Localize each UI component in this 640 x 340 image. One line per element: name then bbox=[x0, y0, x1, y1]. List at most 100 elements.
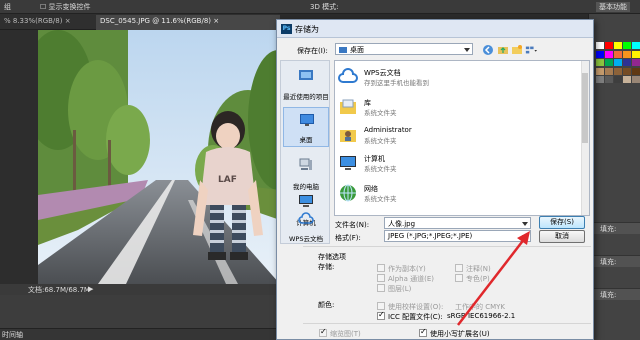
svg-text:LAF: LAF bbox=[218, 175, 237, 185]
options-title: 存储选项 bbox=[318, 253, 346, 261]
dialog-titlebar[interactable]: Ps 存储为 bbox=[277, 20, 593, 38]
cloud-icon bbox=[338, 68, 358, 83]
color-swatch[interactable] bbox=[605, 42, 613, 49]
file-item-administrator[interactable]: Administrator 系统文件夹 bbox=[338, 123, 538, 149]
timeline-label: 时间轴 bbox=[2, 331, 23, 339]
layers-checkbox[interactable] bbox=[377, 284, 385, 292]
doc-tab-1[interactable]: % 8.33%(RGB/8) × bbox=[0, 15, 94, 30]
color-swatch[interactable] bbox=[605, 67, 613, 75]
alpha-channel-checkbox[interactable] bbox=[377, 274, 385, 282]
filename-value: 人像.jpg bbox=[388, 220, 416, 228]
color-swatch[interactable] bbox=[605, 76, 613, 84]
network-globe-icon bbox=[340, 184, 356, 202]
lowercase-ext-label: 使用小写扩展名(U) bbox=[430, 330, 490, 338]
color-swatch[interactable] bbox=[623, 76, 631, 84]
file-list[interactable]: WPS云文档 存到这里手机也能看到 库 系统文件夹 Administrator … bbox=[334, 60, 590, 216]
cancel-button[interactable]: 取消 bbox=[539, 230, 585, 243]
image-canvas[interactable]: LAF bbox=[38, 30, 280, 284]
wps-cloud-icon bbox=[298, 212, 314, 224]
file-desc: 系统文件夹 bbox=[364, 109, 397, 117]
scroll-thumb[interactable] bbox=[582, 73, 588, 143]
workspace-switcher[interactable]: 基本功能 bbox=[596, 2, 630, 12]
color-swatch[interactable] bbox=[596, 76, 604, 84]
view-menu-icon[interactable] bbox=[525, 44, 537, 56]
notes-checkbox[interactable] bbox=[455, 264, 463, 272]
save-in-dropdown[interactable]: 桌面 bbox=[335, 43, 473, 55]
icc-profile-label: ICC 配置文件(C): bbox=[388, 313, 443, 321]
fill-label-3: 填充: bbox=[600, 291, 617, 299]
back-icon[interactable] bbox=[482, 44, 494, 56]
color-swatch[interactable] bbox=[623, 67, 631, 75]
fill-row-1[interactable]: 填充: bbox=[590, 222, 640, 234]
fill-label-2: 填充: bbox=[600, 258, 617, 266]
filename-label: 文件名(N): bbox=[335, 221, 370, 229]
place-desktop-label: 桌面 bbox=[299, 136, 313, 144]
color-swatch[interactable] bbox=[605, 59, 613, 67]
color-swatch[interactable] bbox=[623, 42, 631, 49]
color-swatch[interactable] bbox=[614, 67, 622, 75]
storage-label: 存储: bbox=[318, 263, 335, 271]
file-list-scrollbar[interactable] bbox=[581, 61, 589, 215]
color-swatch[interactable] bbox=[596, 59, 604, 67]
color-swatch[interactable] bbox=[614, 76, 622, 84]
save-button[interactable]: 保存(S) bbox=[539, 216, 585, 229]
tool-mode-select[interactable]: 组 bbox=[4, 2, 11, 12]
status-menu-arrow-icon[interactable]: ▶ bbox=[88, 285, 93, 293]
color-swatch[interactable] bbox=[632, 50, 640, 58]
file-item-wps-cloud[interactable]: WPS云文档 存到这里手机也能看到 bbox=[338, 65, 538, 91]
save-in-value: 桌面 bbox=[350, 46, 364, 54]
filename-input[interactable]: 人像.jpg bbox=[384, 217, 531, 229]
spot-color-checkbox[interactable] bbox=[455, 274, 463, 282]
color-swatch[interactable] bbox=[614, 42, 622, 49]
color-swatch[interactable] bbox=[632, 76, 640, 84]
computer-icon bbox=[299, 195, 313, 207]
status-bar: 文档:68.7M/68.7M ▶ bbox=[0, 284, 280, 295]
show-transform-checkbox[interactable]: ☐ 显示变换控件 bbox=[40, 2, 91, 12]
doc-tab-active[interactable]: DSC_0545.JPG @ 11.6%(RGB/8) × bbox=[96, 15, 280, 30]
color-swatch[interactable] bbox=[605, 50, 613, 58]
color-swatch[interactable] bbox=[623, 50, 631, 58]
timeline-tab[interactable]: 时间轴 bbox=[0, 328, 280, 340]
user-folder-icon bbox=[340, 130, 356, 142]
mode-3d-label: 3D 模式: bbox=[310, 3, 339, 11]
file-item-computer[interactable]: 计算机 系统文件夹 bbox=[338, 151, 538, 177]
divider bbox=[303, 246, 591, 247]
place-desktop[interactable]: 桌面 bbox=[283, 107, 329, 147]
proof-setup-value: 工作中的 CMYK bbox=[455, 303, 506, 311]
fill-label-1: 填充: bbox=[600, 225, 617, 233]
alpha-channel-label: Alpha 通道(E) bbox=[388, 275, 435, 283]
place-my-computer[interactable]: 我的电脑 bbox=[283, 153, 329, 193]
format-dropdown[interactable]: JPEG (*.JPG;*.JPEG;*.JPE) bbox=[384, 230, 531, 242]
save-as-dialog: Ps 存储为 保存在(I): 桌面 最近使用的项目 桌面 我的电脑 计算机 WP… bbox=[276, 19, 594, 340]
icc-profile-value: sRGB IEC61966-2.1 bbox=[447, 312, 516, 320]
color-swatch[interactable] bbox=[596, 50, 604, 58]
fill-row-3[interactable]: 填充: bbox=[590, 288, 640, 300]
color-swatch[interactable] bbox=[632, 42, 640, 49]
color-swatch[interactable] bbox=[632, 67, 640, 75]
place-recent[interactable]: 最近使用的项目 bbox=[283, 63, 329, 103]
proof-setup-checkbox[interactable] bbox=[377, 302, 385, 310]
color-swatch[interactable] bbox=[596, 67, 604, 75]
color-swatch[interactable] bbox=[623, 59, 631, 67]
up-folder-icon[interactable] bbox=[497, 44, 509, 56]
left-panel-strip bbox=[0, 30, 38, 284]
as-copy-checkbox[interactable] bbox=[377, 264, 385, 272]
place-recent-label: 最近使用的项目 bbox=[283, 93, 329, 101]
desktop-icon bbox=[300, 114, 314, 126]
fill-row-2[interactable]: 填充: bbox=[590, 255, 640, 267]
color-swatch[interactable] bbox=[614, 50, 622, 58]
color-swatch[interactable] bbox=[614, 59, 622, 67]
dialog-title: 存储为 bbox=[295, 25, 319, 34]
new-folder-icon[interactable] bbox=[511, 44, 523, 56]
color-swatch[interactable] bbox=[632, 59, 640, 67]
place-wps-cloud[interactable]: WPS云文档 bbox=[283, 212, 329, 245]
color-swatch[interactable] bbox=[596, 42, 604, 49]
place-wps-cloud-label: WPS云文档 bbox=[289, 235, 323, 243]
lowercase-ext-checkbox[interactable] bbox=[419, 327, 427, 337]
thumbnail-checkbox[interactable] bbox=[319, 327, 327, 337]
file-item-library[interactable]: 库 系统文件夹 bbox=[338, 95, 538, 121]
file-item-network[interactable]: 网络 系统文件夹 bbox=[338, 181, 538, 207]
save-in-label: 保存在(I): bbox=[297, 47, 328, 55]
icc-profile-checkbox[interactable] bbox=[377, 310, 385, 320]
chevron-down-icon bbox=[464, 48, 470, 52]
